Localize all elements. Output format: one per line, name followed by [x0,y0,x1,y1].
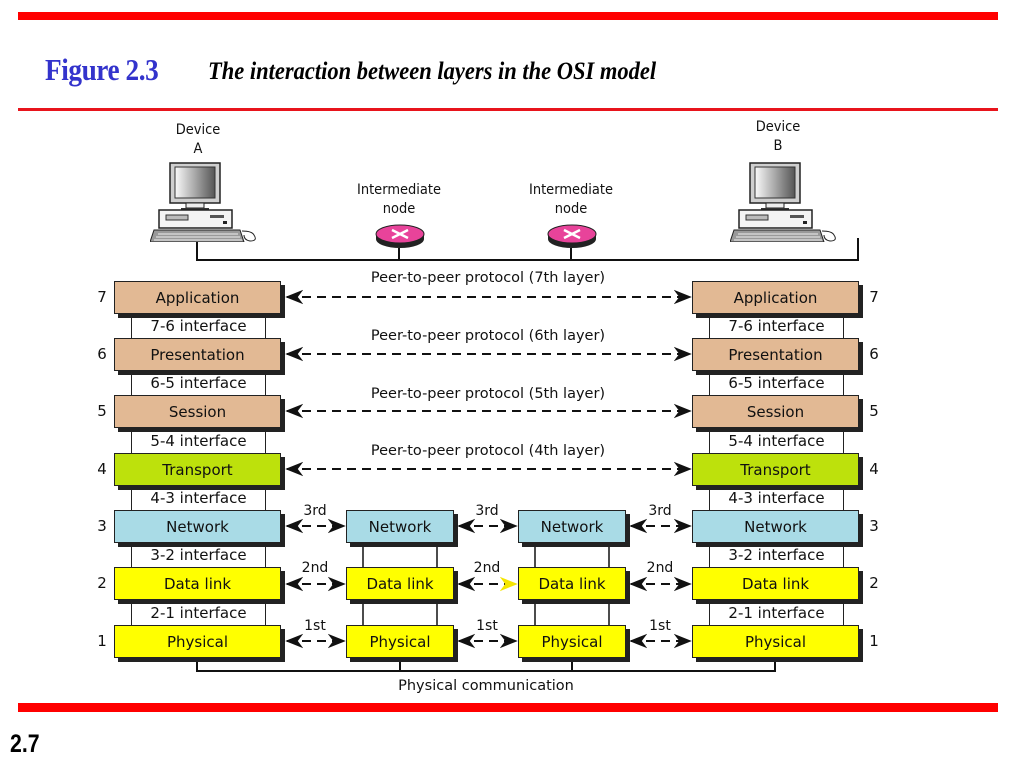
peer-protocol-label-4: Peer-to-peer protocol (4th layer) [370,443,606,459]
node-1-layer-physical: Physical [346,625,454,658]
right-layer-number: 5 [869,402,879,420]
right-layer-number: 6 [869,345,879,363]
hop-label-3rd: 3rd [303,503,327,519]
left-layer-number: 5 [97,402,107,420]
intermediate-node-1-label: Intermediate node [356,182,441,217]
left-interface-6-5: 6-5 interface [131,371,266,395]
peer-protocol-label-5: Peer-to-peer protocol (5th layer) [370,386,606,402]
left-layer-number: 1 [97,632,107,650]
left-layer-number: 4 [97,460,107,478]
left-interface-4-3: 4-3 interface [131,486,266,510]
hop-label-2nd: 2nd [473,560,501,576]
node-2-layer-data-link: Data link [518,567,626,600]
right-interface-3-2: 3-2 interface [709,543,844,567]
right-interface-2-1: 2-1 interface [709,600,844,625]
node-1-layer-network: Network [346,510,454,543]
left-layer-number: 6 [97,345,107,363]
hop-label-1st: 1st [476,618,498,634]
left-interface-3-2: 3-2 interface [131,543,266,567]
computer-icon [150,162,256,242]
router-icon [375,224,425,248]
left-layer-physical: Physical [114,625,281,658]
hop-label-1st: 1st [304,618,326,634]
left-layer-presentation: Presentation [114,338,281,371]
right-layer-number: 7 [869,288,879,306]
left-layer-number: 3 [97,517,107,535]
right-layer-number: 4 [869,460,879,478]
left-layer-application: Application [114,281,281,314]
left-layer-network: Network [114,510,281,543]
device-b-label: Device B [755,119,801,154]
left-interface-5-4: 5-4 interface [131,428,266,453]
right-layer-transport: Transport [692,453,859,486]
hop-label-2nd: 2nd [301,560,329,576]
bottom-red-bar [18,703,998,712]
right-layer-physical: Physical [692,625,859,658]
right-interface-7-6: 7-6 interface [709,314,844,338]
right-interface-5-4: 5-4 interface [709,428,844,453]
left-layer-transport: Transport [114,453,281,486]
right-layer-number: 1 [869,632,879,650]
device-a-label: Device A [175,122,221,157]
right-layer-data-link: Data link [692,567,859,600]
intermediate-node-2-label: Intermediate node [528,182,613,217]
router-icon [547,224,597,248]
right-interface-6-5: 6-5 interface [709,371,844,395]
hop-label-1st: 1st [649,618,671,634]
node-2-layer-physical: Physical [518,625,626,658]
hop-label-3rd: 3rd [475,503,499,519]
peer-protocol-label-6: Peer-to-peer protocol (6th layer) [370,328,606,344]
left-layer-data-link: Data link [114,567,281,600]
left-layer-number: 2 [97,574,107,592]
left-layer-session: Session [114,395,281,428]
right-interface-4-3: 4-3 interface [709,486,844,510]
page-number: 2.7 [10,730,40,758]
peer-protocol-label-7: Peer-to-peer protocol (7th layer) [370,270,606,286]
hop-label-2nd: 2nd [646,560,674,576]
physical-communication-label: Physical communication [398,678,574,694]
right-layer-number: 2 [869,574,879,592]
right-layer-application: Application [692,281,859,314]
right-layer-session: Session [692,395,859,428]
node-2-layer-network: Network [518,510,626,543]
physical-link [196,660,776,672]
right-layer-presentation: Presentation [692,338,859,371]
right-layer-network: Network [692,510,859,543]
hop-label-3rd: 3rd [648,503,672,519]
computer-icon [730,162,836,242]
right-layer-number: 3 [869,517,879,535]
left-interface-2-1: 2-1 interface [131,600,266,625]
left-layer-number: 7 [97,288,107,306]
node-1-layer-data-link: Data link [346,567,454,600]
left-interface-7-6: 7-6 interface [131,314,266,338]
